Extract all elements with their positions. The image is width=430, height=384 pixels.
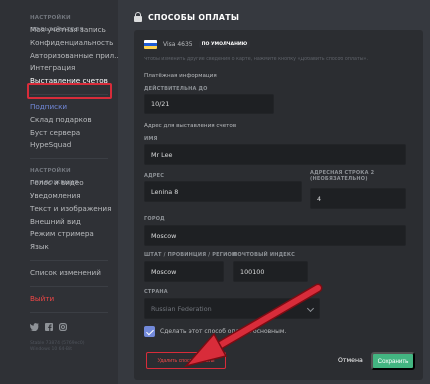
sidebar-item-subscriptions[interactable]: Подписки bbox=[30, 101, 118, 114]
address2-field[interactable]: 4 bbox=[310, 188, 406, 209]
version-info: Stable 73874 (5769ec0) Windows 10 64-Bit bbox=[30, 341, 118, 353]
sidebar-item-my-account[interactable]: Моя учётная запись bbox=[30, 24, 118, 37]
sidebar-item-server-boost[interactable]: Буст сервера bbox=[30, 127, 118, 140]
instagram-icon[interactable] bbox=[59, 322, 68, 333]
twitter-icon[interactable] bbox=[29, 322, 39, 333]
address-field[interactable]: Lenina 8 bbox=[144, 181, 302, 202]
default-checkbox-label: Сделать этот способ оплаты основным. bbox=[160, 328, 287, 335]
social-links bbox=[29, 321, 118, 335]
sidebar-item-logout[interactable]: Выйти bbox=[30, 293, 118, 306]
zip-label: ПОЧТОВЫЙ ИНДЕКС bbox=[233, 252, 296, 258]
lock-icon bbox=[134, 12, 142, 22]
edit-hint: Чтобы изменить другие сведения о карте, … bbox=[144, 57, 368, 62]
highlight-box bbox=[27, 83, 112, 99]
default-checkbox[interactable] bbox=[144, 326, 155, 337]
chevron-down-icon bbox=[306, 304, 315, 313]
expiry-field[interactable]: 10/21 bbox=[144, 94, 274, 114]
sidebar-divider bbox=[30, 259, 108, 261]
sidebar-divider bbox=[30, 311, 108, 313]
sidebar-item-privacy[interactable]: Конфиденциальность bbox=[30, 37, 118, 50]
city-field[interactable]: Moscow bbox=[144, 225, 406, 246]
card-summary: Visa 4635 ПО УМОЛЧАНИЮ bbox=[144, 40, 251, 49]
page-title: СПОСОБЫ ОПЛАТЫ bbox=[148, 12, 240, 22]
country-select[interactable]: Russian Federation bbox=[144, 298, 320, 319]
facebook-icon[interactable] bbox=[45, 322, 53, 333]
main-content: СПОСОБЫ ОПЛАТЫ Visa 4635 ПО УМОЛЧАНИЮ Чт… bbox=[118, 0, 430, 384]
sidebar-item-hypesquad[interactable]: HypeSquad bbox=[30, 139, 118, 152]
payment-method-card: Visa 4635 ПО УМОЛЧАНИЮ Чтобы изменить др… bbox=[134, 30, 423, 380]
default-badge: ПО УМОЛЧАНИЮ bbox=[198, 41, 251, 48]
delete-payment-button[interactable]: Удалить способ оплаты bbox=[146, 352, 226, 369]
section-user-settings: НАСТРОЙКИ ПОЛЬЗОВАТЕЛЯ bbox=[30, 15, 84, 33]
sidebar-item-language[interactable]: Язык bbox=[30, 241, 118, 254]
address-label: АДРЕС bbox=[144, 173, 165, 179]
sidebar-item-text-images[interactable]: Текст и изображения bbox=[30, 203, 118, 216]
version-os: Windows 10 64-Bit bbox=[30, 346, 72, 352]
sidebar-item-changelog[interactable]: Список изменений bbox=[30, 267, 118, 280]
page-header: СПОСОБЫ ОПЛАТЫ bbox=[134, 12, 239, 22]
state-label: ШТАТ / ПРОВИНЦИЯ / РЕГИОН bbox=[144, 252, 237, 258]
card-flag-icon bbox=[144, 40, 157, 49]
sidebar-item-appearance[interactable]: Внешний вид bbox=[30, 216, 118, 229]
state-field[interactable]: Moscow bbox=[144, 261, 224, 282]
name-field[interactable]: Mr Lee bbox=[144, 144, 406, 165]
cancel-button[interactable]: Отмена bbox=[338, 354, 363, 368]
settings-sidebar: НАСТРОЙКИ ПОЛЬЗОВАТЕЛЯ Моя учётная запис… bbox=[0, 0, 118, 384]
sidebar-divider bbox=[30, 285, 108, 287]
city-label: ГОРОД bbox=[144, 216, 165, 222]
sidebar-item-notifications[interactable]: Уведомления bbox=[30, 190, 118, 203]
expiry-label: ДЕЙСТВИТЕЛЬНА ДО bbox=[144, 86, 208, 92]
sidebar-item-streamer-mode[interactable]: Режим стримера bbox=[30, 228, 118, 241]
country-label: СТРАНА bbox=[144, 289, 168, 295]
sidebar-item-voice-video[interactable]: Голос и видео bbox=[30, 177, 118, 190]
section-app-settings: НАСТРОЙКИ ПРИЛОЖЕНИЯ bbox=[30, 168, 79, 187]
card-name: Visa 4635 bbox=[163, 41, 193, 48]
save-button[interactable]: Сохранить bbox=[371, 352, 415, 370]
payment-info-heading: Платёжная информация bbox=[144, 73, 217, 79]
address2-label: АДРЕСНАЯ СТРОКА 2 (НЕОБЯЗАТЕЛЬНО) bbox=[310, 170, 375, 182]
sidebar-item-gift-inventory[interactable]: Склад подарков bbox=[30, 114, 118, 127]
sidebar-item-connections[interactable]: Интеграция bbox=[30, 62, 118, 75]
sidebar-item-authorized-apps[interactable]: Авторизованные прил... bbox=[30, 50, 118, 63]
name-label: ИМЯ bbox=[144, 136, 158, 142]
billing-address-heading: Адрес для выставления счетов bbox=[144, 123, 237, 129]
sidebar-divider bbox=[30, 158, 108, 160]
zip-field[interactable]: 100100 bbox=[233, 261, 308, 282]
country-value: Russian Federation bbox=[151, 304, 212, 313]
